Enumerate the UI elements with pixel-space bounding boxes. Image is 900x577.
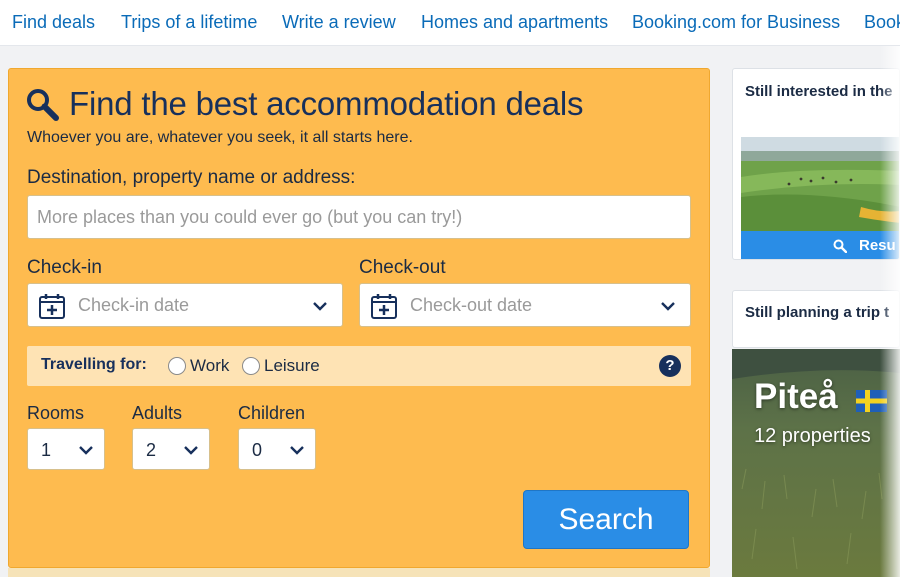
- rooms-label: Rooms: [27, 403, 85, 423]
- checkout-date-picker[interactable]: Check-out date: [359, 283, 691, 327]
- nav-link-trips-of-a-lifetime[interactable]: Trips of a lifetime: [121, 12, 257, 33]
- nav-link-find-deals[interactable]: Find deals: [12, 12, 95, 33]
- search-icon: [27, 89, 59, 121]
- nav-link-booking-for-business[interactable]: Booking.com for Business: [632, 12, 840, 33]
- chevron-down-icon: [290, 446, 304, 455]
- work-radio-label[interactable]: Work: [190, 356, 229, 376]
- trip-planning-title: Still planning a trip t: [745, 304, 890, 321]
- nav-link-homes-and-apartments[interactable]: Homes and apartments: [421, 12, 608, 33]
- chevron-down-icon: [184, 446, 198, 455]
- nav-link-book[interactable]: Book: [864, 12, 900, 33]
- work-radio[interactable]: [168, 357, 186, 375]
- chevron-down-icon: [313, 302, 327, 311]
- children-value: 0: [252, 440, 263, 460]
- checkin-placeholder: Check-in date: [78, 295, 190, 315]
- help-icon[interactable]: ?: [659, 355, 681, 377]
- travelling-for-label: Travelling for:: [41, 356, 147, 373]
- page-subtitle: Whoever you are, whatever you seek, it a…: [27, 129, 413, 146]
- search-icon: [833, 239, 847, 253]
- checkout-placeholder: Check-out date: [410, 295, 533, 315]
- search-panel: Find the best accommodation deals Whoeve…: [8, 68, 710, 568]
- adults-label: Adults: [132, 403, 183, 423]
- nav-link-write-a-review[interactable]: Write a review: [282, 12, 396, 33]
- children-label: Children: [238, 403, 306, 423]
- chevron-down-icon: [79, 446, 93, 455]
- trip-planning-card: Still planning a trip t: [732, 290, 900, 348]
- landscape-thumbnail: [741, 137, 899, 233]
- checkin-date-picker[interactable]: Check-in date: [27, 283, 343, 327]
- destination-property-count: 12 properties: [754, 425, 871, 447]
- leisure-radio[interactable]: [242, 357, 260, 375]
- destination-label: Destination, property name or address:: [27, 167, 356, 188]
- rooms-select[interactable]: 1: [27, 428, 105, 470]
- calendar-icon: [39, 294, 65, 319]
- adults-value: 2: [146, 440, 157, 460]
- calendar-icon: [371, 294, 397, 319]
- travel-purpose-bar: Travelling for: Work Leisure ?: [27, 346, 691, 386]
- recent-search-card[interactable]: Still interested in the Resu: [732, 68, 900, 260]
- recent-search-title: Still interested in the: [745, 83, 893, 100]
- chevron-down-icon: [661, 302, 675, 311]
- checkin-label: Check-in: [27, 257, 102, 278]
- destination-input[interactable]: [27, 195, 691, 239]
- checkout-label: Check-out: [359, 257, 446, 278]
- rooms-value: 1: [41, 440, 52, 460]
- results-button-label: Resu: [859, 237, 896, 254]
- sweden-flag-icon: [856, 390, 887, 412]
- page-title: Find the best accommodation deals: [69, 85, 584, 122]
- search-button[interactable]: Search: [523, 490, 689, 549]
- destination-name: Piteå: [754, 377, 838, 416]
- top-navigation: Find deals Trips of a lifetime Write a r…: [0, 0, 900, 46]
- results-button[interactable]: Resu: [741, 231, 899, 259]
- destination-photo-card[interactable]: Piteå 12 properties: [732, 349, 900, 577]
- leisure-radio-label[interactable]: Leisure: [264, 356, 320, 376]
- adults-select[interactable]: 2: [132, 428, 210, 470]
- children-select[interactable]: 0: [238, 428, 316, 470]
- panel-footer-strip: [8, 568, 710, 577]
